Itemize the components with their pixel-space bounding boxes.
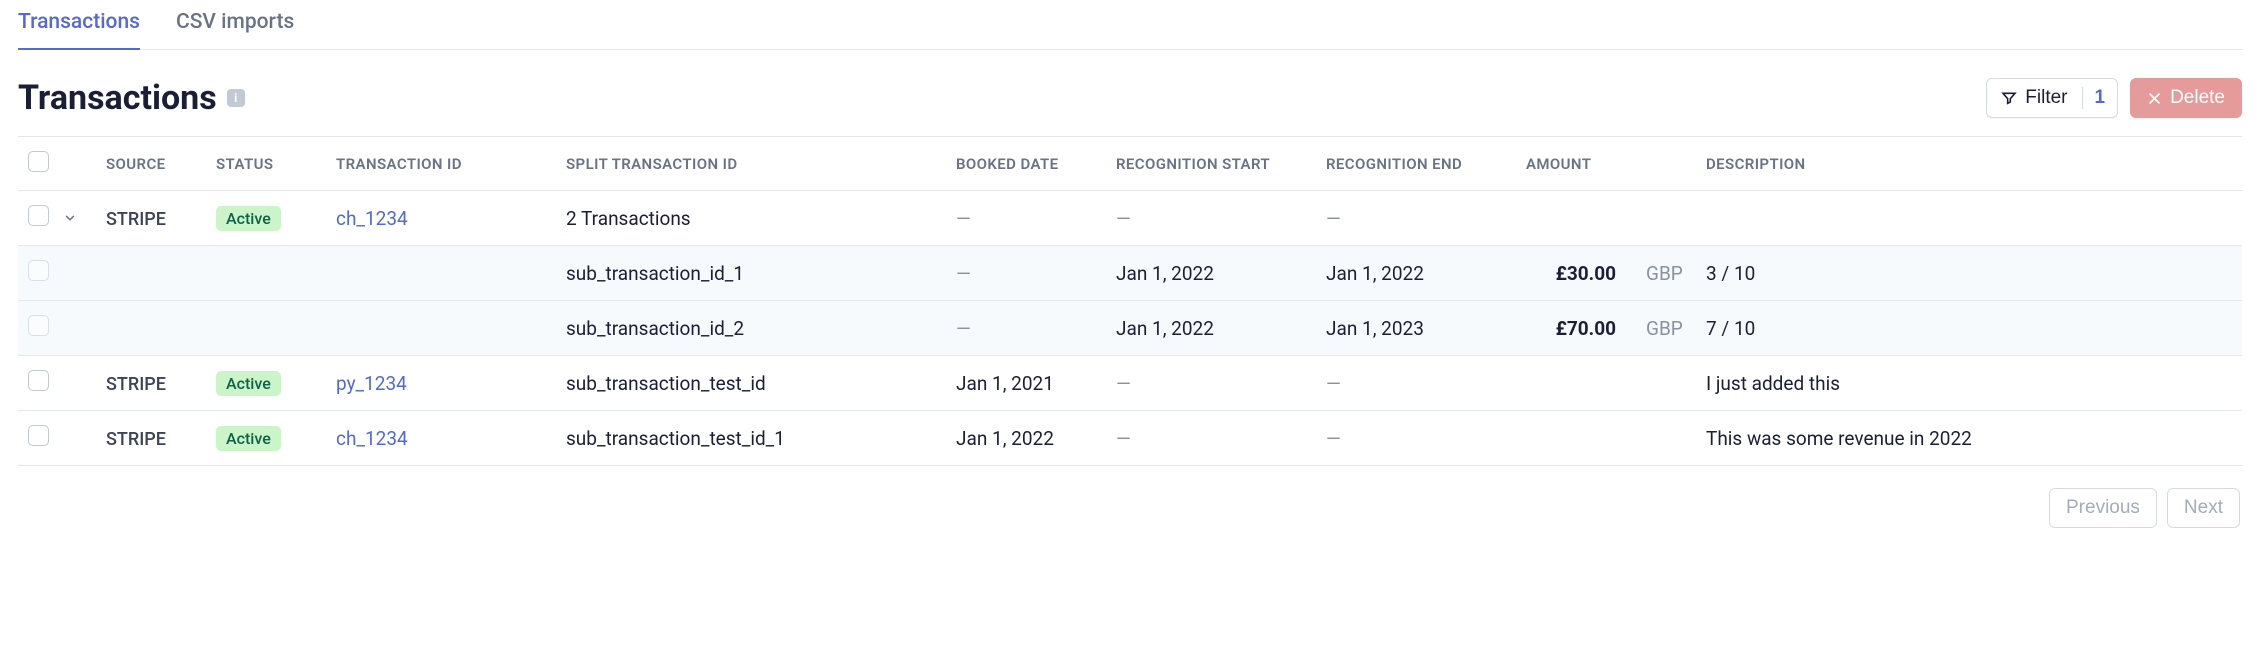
funnel-icon <box>2001 90 2017 106</box>
tab-transactions[interactable]: Transactions <box>18 10 140 50</box>
delete-button[interactable]: Delete <box>2130 78 2242 118</box>
filter-label: Filter <box>2025 87 2067 109</box>
delete-label: Delete <box>2170 87 2225 109</box>
previous-button[interactable]: Previous <box>2049 488 2157 528</box>
page-title: Transactions <box>18 78 217 118</box>
filter-button[interactable]: Filter 1 <box>1986 78 2118 118</box>
recognition-end: — <box>1326 427 1341 450</box>
status-badge: Active <box>216 371 281 396</box>
split-id: sub_transaction_test_id_1 <box>566 427 785 450</box>
recognition-start: — <box>1116 427 1131 450</box>
col-txid[interactable]: TRANSACTION ID <box>326 137 556 191</box>
col-description[interactable]: DESCRIPTION <box>1696 137 2242 191</box>
chevron-down-icon[interactable] <box>60 208 80 228</box>
table-row[interactable]: STRIPE Active ch_1234 sub_transaction_test_… <box>18 411 2242 466</box>
row-checkbox[interactable] <box>28 315 49 336</box>
row-checkbox[interactable] <box>28 425 49 446</box>
status-badge: Active <box>216 426 281 451</box>
col-status[interactable]: STATUS <box>206 137 326 191</box>
booked-date: — <box>956 207 971 230</box>
col-recstart[interactable]: RECOGNITION START <box>1106 137 1316 191</box>
col-booked[interactable]: BOOKED DATE <box>946 137 1106 191</box>
recognition-start: Jan 1, 2022 <box>1116 262 1214 285</box>
col-amount[interactable]: AMOUNT <box>1516 137 1626 191</box>
description: This was some revenue in 2022 <box>1706 427 1972 450</box>
split-id: sub_transaction_id_2 <box>566 317 744 340</box>
recognition-start: Jan 1, 2022 <box>1116 317 1214 340</box>
recognition-end: Jan 1, 2023 <box>1326 317 1424 340</box>
currency: GBP <box>1636 262 1683 285</box>
recognition-end: — <box>1326 372 1341 395</box>
row-checkbox[interactable] <box>28 370 49 391</box>
next-button[interactable]: Next <box>2167 488 2240 528</box>
description: 3 / 10 <box>1706 262 1755 285</box>
description: I just added this <box>1706 372 1840 395</box>
booked-date: Jan 1, 2022 <box>956 427 1054 450</box>
description: 7 / 10 <box>1706 317 1755 340</box>
table-row[interactable]: STRIPE Active py_1234 sub_transaction_test_… <box>18 356 2242 411</box>
transaction-id-link[interactable]: py_1234 <box>336 372 407 395</box>
table-row[interactable]: STRIPE Active ch_1234 2 Transactions — — — <box>18 191 2242 246</box>
split-id: sub_transaction_test_id <box>566 372 766 395</box>
select-all-checkbox[interactable] <box>28 151 49 172</box>
split-id: 2 Transactions <box>566 207 691 230</box>
row-checkbox[interactable] <box>28 205 49 226</box>
tabs: Transactions CSV imports <box>18 0 2242 50</box>
recognition-end: Jan 1, 2022 <box>1326 262 1424 285</box>
close-icon <box>2147 91 2162 106</box>
info-icon[interactable]: i <box>227 89 245 107</box>
col-recend[interactable]: RECOGNITION END <box>1316 137 1516 191</box>
table-row[interactable]: sub_transaction_id_1 — Jan 1, 2022 Jan 1, 2… <box>18 246 2242 301</box>
split-id: sub_transaction_id_1 <box>566 262 744 285</box>
booked-date: Jan 1, 2021 <box>956 372 1054 395</box>
transactions-table: SOURCE STATUS TRANSACTION ID SPLIT TRANS… <box>18 136 2242 466</box>
transaction-id-link[interactable]: ch_1234 <box>336 207 408 230</box>
amount: £70.00 <box>1526 317 1616 340</box>
booked-date: — <box>956 317 971 340</box>
transaction-id-link[interactable]: ch_1234 <box>336 427 408 450</box>
recognition-start: — <box>1116 207 1131 230</box>
source: STRIPE <box>106 209 166 230</box>
amount: £30.00 <box>1526 262 1616 285</box>
col-split[interactable]: SPLIT TRANSACTION ID <box>556 137 946 191</box>
tab-csv-imports[interactable]: CSV imports <box>176 10 294 50</box>
recognition-start: — <box>1116 372 1131 395</box>
source: STRIPE <box>106 429 166 450</box>
table-row[interactable]: sub_transaction_id_2 — Jan 1, 2022 Jan 1, 2… <box>18 301 2242 356</box>
filter-count: 1 <box>2082 87 2118 109</box>
booked-date: — <box>956 262 971 285</box>
row-checkbox[interactable] <box>28 260 49 281</box>
col-source[interactable]: SOURCE <box>96 137 206 191</box>
status-badge: Active <box>216 206 281 231</box>
currency: GBP <box>1636 317 1683 340</box>
source: STRIPE <box>106 374 166 395</box>
recognition-end: — <box>1326 207 1341 230</box>
